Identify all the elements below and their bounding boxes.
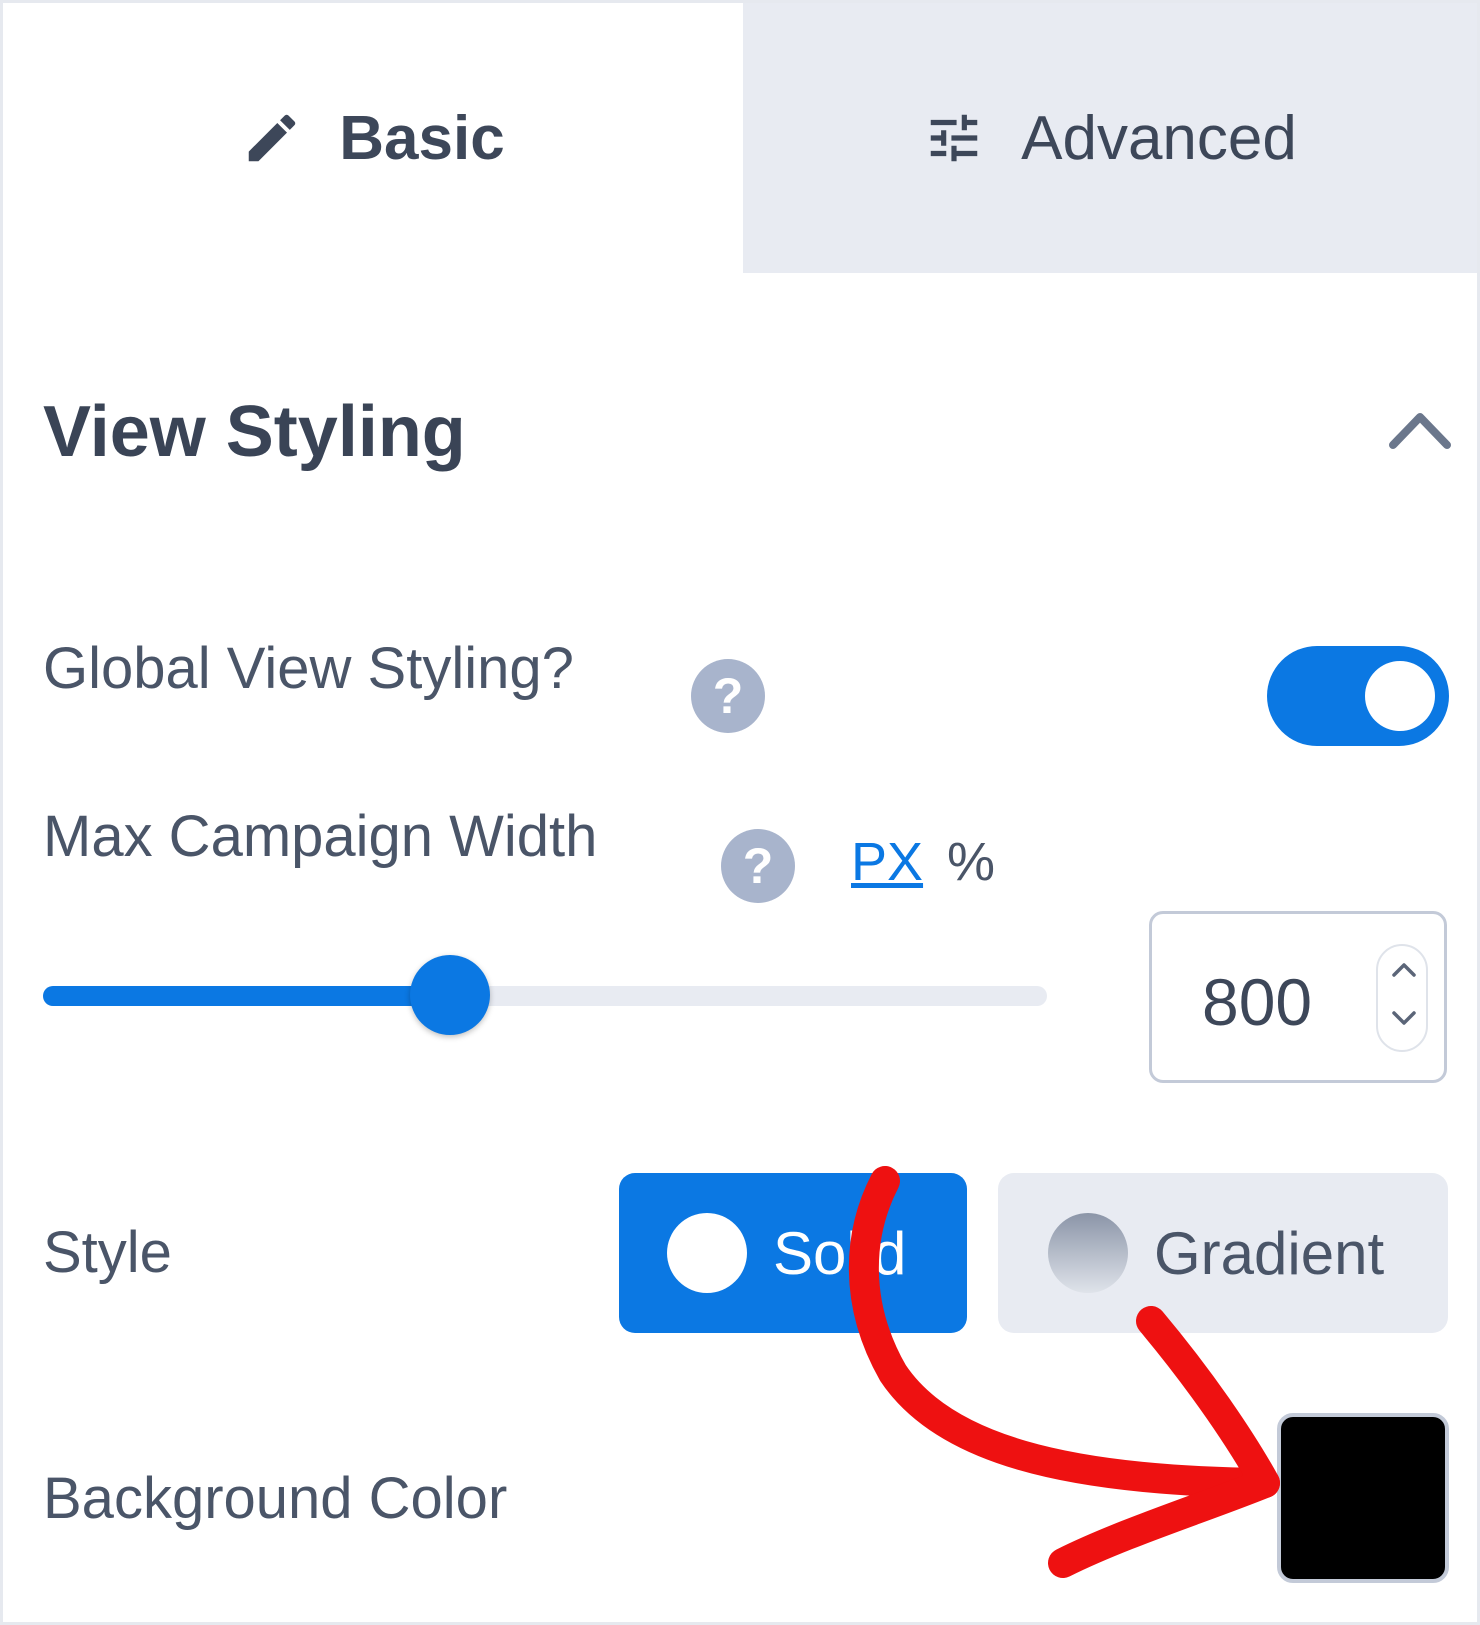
width-number-input[interactable]: 800 (1149, 911, 1447, 1083)
background-color-swatch[interactable] (1277, 1413, 1449, 1583)
global-view-styling-toggle[interactable] (1267, 646, 1449, 746)
width-slider-fill (43, 986, 450, 1006)
pencil-icon (241, 107, 303, 169)
unit-percent-option[interactable]: % (947, 831, 995, 893)
style-gradient-button[interactable]: Gradient (998, 1173, 1448, 1333)
width-slider-track[interactable] (43, 986, 1047, 1006)
tab-basic[interactable]: Basic (3, 3, 743, 273)
toggle-knob (1365, 661, 1435, 731)
style-gradient-label: Gradient (1154, 1219, 1385, 1287)
gradient-swatch-icon (1048, 1213, 1128, 1293)
max-campaign-width-label: Max Campaign Width (43, 804, 598, 869)
section-title: View Styling (43, 392, 466, 472)
width-value: 800 (1202, 965, 1313, 1039)
stepper-down-icon[interactable] (1390, 1008, 1418, 1028)
tab-advanced[interactable]: Advanced (743, 3, 1477, 273)
style-label: Style (43, 1220, 172, 1285)
style-solid-label: Solid (773, 1219, 907, 1287)
sliders-icon (923, 107, 985, 169)
settings-panel: Basic Advanced View Styling Global View … (0, 0, 1480, 1625)
width-stepper[interactable] (1376, 944, 1428, 1052)
style-solid-button[interactable]: Solid (619, 1173, 967, 1333)
global-view-styling-label: Global View Styling? (43, 636, 574, 701)
solid-swatch-icon (667, 1213, 747, 1293)
max-campaign-width-help-icon[interactable]: ? (721, 829, 795, 903)
width-slider-thumb[interactable] (409, 955, 490, 1035)
background-color-label: Background Color (43, 1466, 508, 1531)
stepper-up-icon[interactable] (1390, 960, 1418, 980)
tab-bar: Basic Advanced (3, 3, 1477, 273)
tab-basic-label: Basic (339, 103, 505, 173)
unit-px-option[interactable]: PX (851, 831, 923, 893)
global-view-styling-help-icon[interactable]: ? (691, 659, 765, 733)
tab-advanced-label: Advanced (1021, 103, 1297, 173)
chevron-up-icon[interactable] (1385, 403, 1455, 453)
